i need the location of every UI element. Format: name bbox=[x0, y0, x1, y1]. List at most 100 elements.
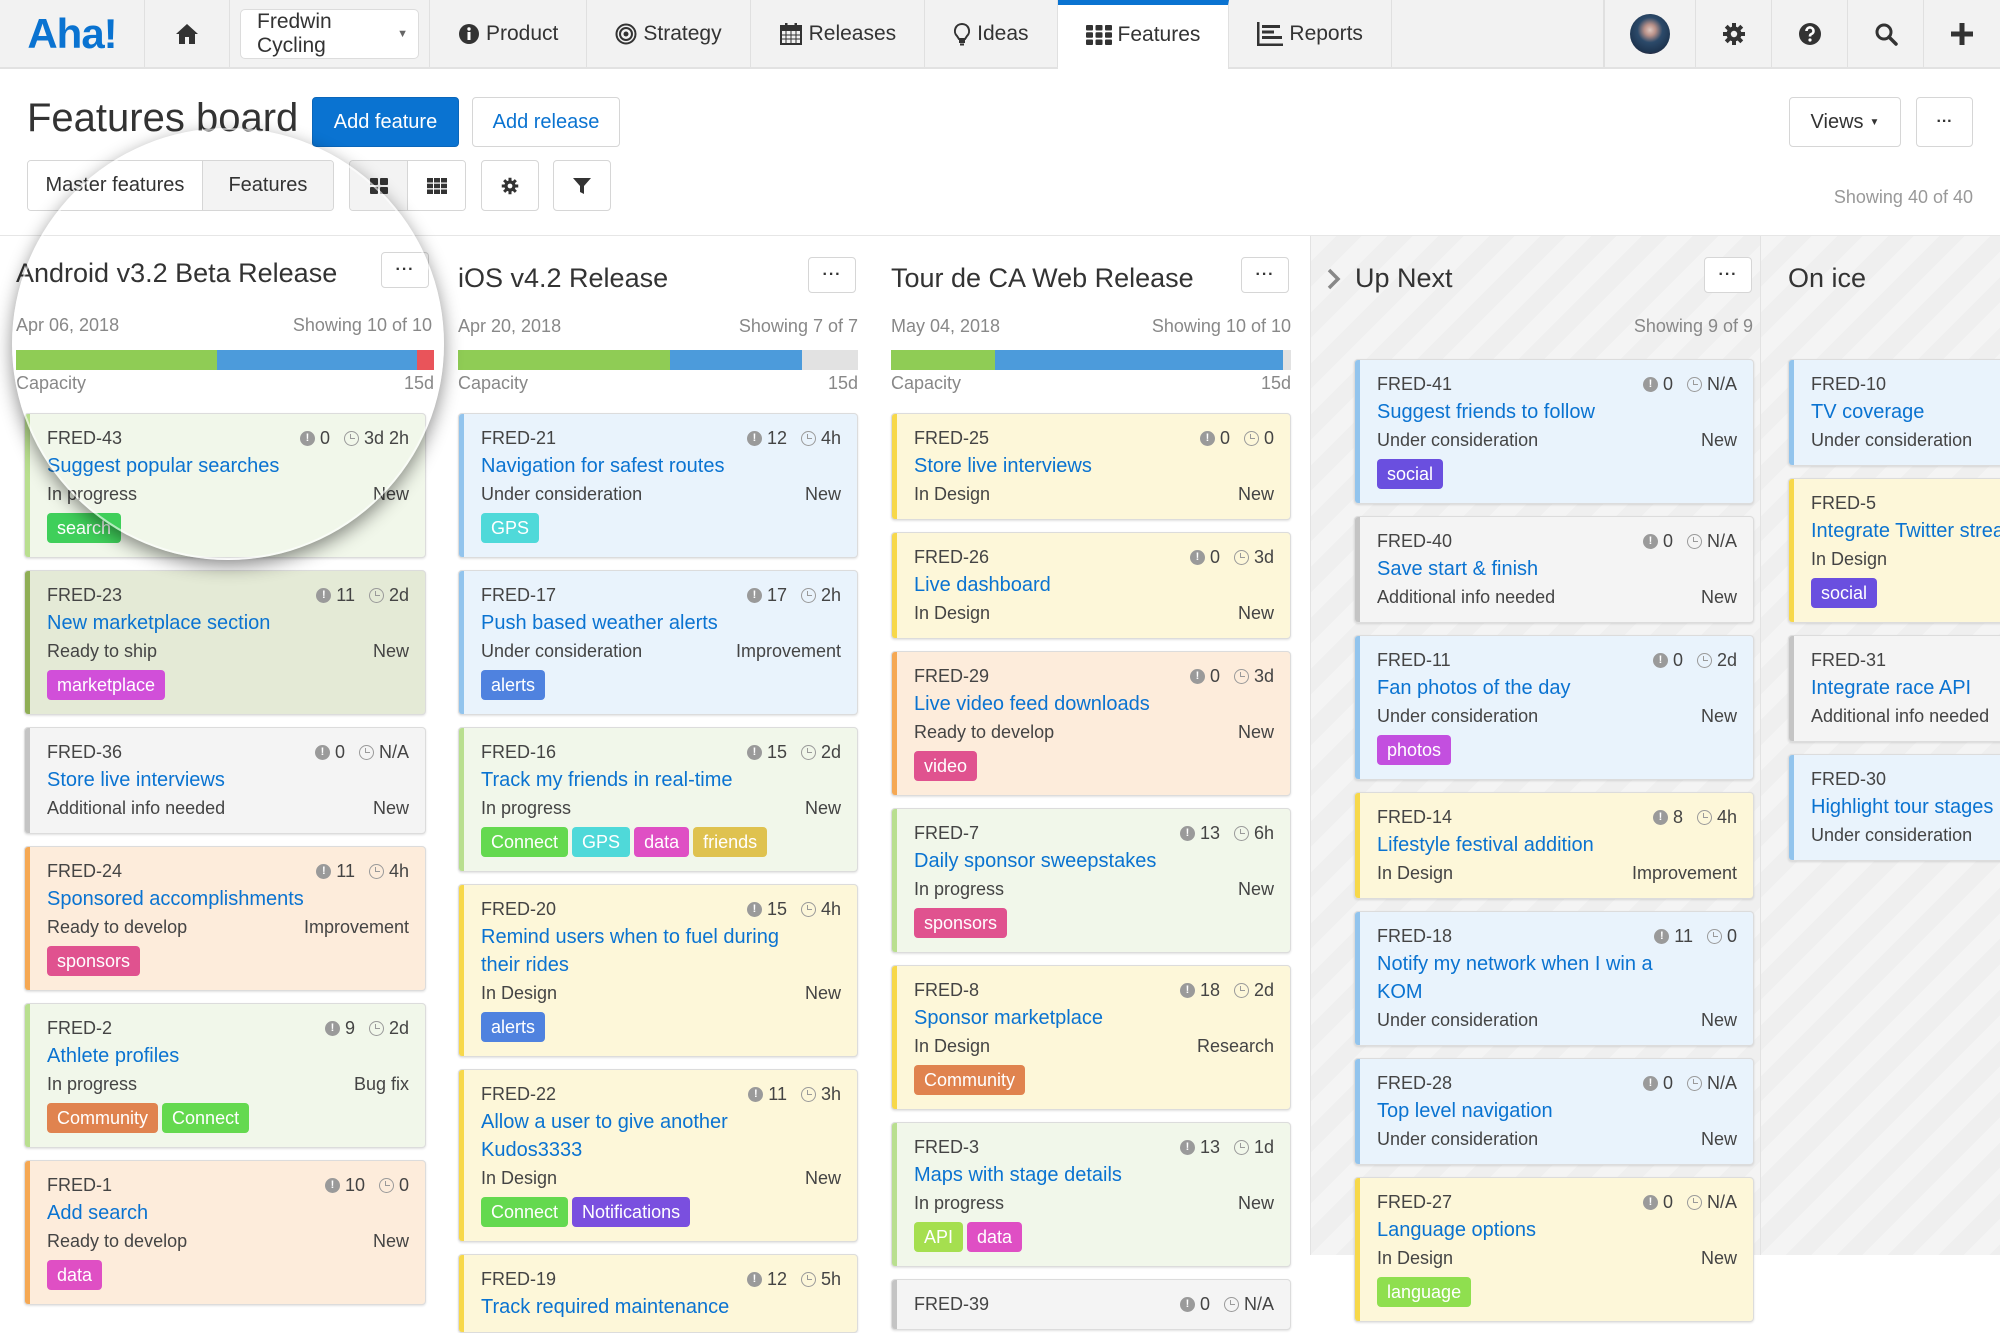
compact-view-button[interactable] bbox=[407, 161, 465, 210]
tag[interactable]: API bbox=[914, 1222, 964, 1252]
tag[interactable]: video bbox=[914, 751, 978, 781]
feature-card[interactable]: FRED-41! 0 N/A Suggest friends to follow Und… bbox=[1354, 359, 1754, 504]
tag[interactable]: alerts bbox=[481, 1012, 546, 1042]
column-menu-button[interactable]: ··· bbox=[808, 257, 856, 293]
home-button[interactable] bbox=[145, 0, 230, 67]
feature-title[interactable]: Allow a user to give another bbox=[481, 1109, 841, 1135]
feature-title[interactable]: Push based weather alerts bbox=[481, 610, 841, 636]
help-button[interactable] bbox=[1772, 0, 1848, 67]
add-release-button[interactable]: Add release bbox=[472, 97, 620, 147]
feature-title[interactable]: Notify my network when I win a bbox=[1377, 951, 1737, 977]
column-menu-button[interactable]: ··· bbox=[1241, 257, 1289, 293]
feature-card[interactable]: FRED-23! 11 2d New marketplace section Ready… bbox=[24, 570, 426, 715]
views-dropdown[interactable]: Views ▼ bbox=[1789, 97, 1901, 147]
tab-releases[interactable]: Releases bbox=[751, 0, 926, 67]
tag[interactable]: Connect bbox=[481, 827, 569, 857]
tag[interactable]: photos bbox=[1377, 735, 1452, 765]
column-menu-button[interactable]: ··· bbox=[1704, 257, 1752, 293]
feature-title[interactable]: Lifestyle festival addition bbox=[1377, 832, 1737, 858]
feature-card[interactable]: FRED-25! 0 0 Store live interviews In Design… bbox=[891, 413, 1291, 520]
tag[interactable]: marketplace bbox=[47, 670, 166, 700]
settings-button[interactable] bbox=[1696, 0, 1772, 67]
tag[interactable]: GPS bbox=[481, 513, 540, 543]
feature-title[interactable]: Highlight tour stages bbox=[1811, 794, 2000, 820]
feature-title[interactable]: Track my friends in real-time bbox=[481, 767, 841, 793]
feature-card[interactable]: FRED-3! 13 1d Maps with stage details In pro… bbox=[891, 1122, 1291, 1267]
feature-title[interactable]: Kudos3333 bbox=[481, 1137, 841, 1163]
feature-card[interactable]: FRED-31 Integrate race API Additional info… bbox=[1788, 635, 2000, 742]
column-title[interactable]: Tour de CA Web Release bbox=[891, 263, 1194, 294]
aha-logo[interactable]: Aha! bbox=[0, 0, 145, 67]
feature-title[interactable]: Athlete profiles bbox=[47, 1043, 409, 1069]
feature-card[interactable]: FRED-17! 17 2h Push based weather alerts Und… bbox=[458, 570, 858, 715]
feature-title[interactable]: Store live interviews bbox=[47, 767, 409, 793]
tag[interactable]: Connect bbox=[162, 1103, 250, 1133]
filter-button[interactable] bbox=[553, 160, 611, 211]
tab-strategy[interactable]: Strategy bbox=[587, 0, 751, 67]
feature-card[interactable]: FRED-36! 0 N/A Store live interviews Additio… bbox=[24, 727, 426, 834]
feature-title[interactable]: Live dashboard bbox=[914, 572, 1274, 598]
feature-title[interactable]: their rides bbox=[481, 952, 841, 978]
feature-card[interactable]: FRED-40! 0 N/A Save start & finish Additiona… bbox=[1354, 516, 1754, 623]
tab-features[interactable]: Features bbox=[1057, 0, 1230, 69]
tag[interactable]: sponsors bbox=[914, 908, 1008, 938]
feature-title[interactable]: Integrate Twitter stream bbox=[1811, 518, 2000, 544]
board-settings-button[interactable] bbox=[481, 160, 539, 211]
feature-card[interactable]: FRED-14! 8 4h Lifestyle festival addition In… bbox=[1354, 792, 1754, 899]
feature-card[interactable]: FRED-11! 0 2d Fan photos of the day Under co… bbox=[1354, 635, 1754, 780]
tag[interactable]: language bbox=[1377, 1277, 1472, 1307]
feature-title[interactable]: Sponsor marketplace bbox=[914, 1005, 1274, 1031]
feature-title[interactable]: Language options bbox=[1377, 1217, 1737, 1243]
tag[interactable]: data bbox=[47, 1260, 103, 1290]
feature-card[interactable]: FRED-7! 13 6h Daily sponsor sweepstakes In p… bbox=[891, 808, 1291, 953]
feature-card[interactable]: FRED-39! 0 N/A bbox=[891, 1279, 1291, 1330]
tag[interactable]: GPS bbox=[572, 827, 631, 857]
feature-title[interactable]: Live video feed downloads bbox=[914, 691, 1274, 717]
feature-title[interactable]: Integrate race API bbox=[1811, 675, 2000, 701]
tab-reports[interactable]: Reports bbox=[1229, 0, 1392, 67]
feature-title[interactable]: KOM bbox=[1377, 979, 1737, 1005]
tag[interactable]: Connect bbox=[481, 1197, 569, 1227]
feature-title[interactable]: Daily sponsor sweepstakes bbox=[914, 848, 1274, 874]
user-menu-button[interactable] bbox=[1604, 0, 1696, 67]
more-options-button[interactable]: ··· bbox=[1916, 97, 1973, 147]
feature-card[interactable]: FRED-22! 11 3h Allow a user to give another… bbox=[458, 1069, 858, 1242]
feature-card[interactable]: FRED-2! 9 2d Athlete profiles In progress Bug… bbox=[24, 1003, 426, 1148]
tag[interactable]: friends bbox=[693, 827, 768, 857]
column-title[interactable]: iOS v4.2 Release bbox=[458, 263, 668, 294]
feature-card[interactable]: FRED-43! 0 3d 2h Suggest popular searches In… bbox=[24, 413, 426, 558]
feature-card[interactable]: FRED-30 Highlight tour stages Under consid… bbox=[1788, 754, 2000, 861]
tag[interactable]: social bbox=[1811, 578, 1878, 608]
search-button[interactable] bbox=[1848, 0, 1924, 67]
add-feature-button[interactable]: Add feature bbox=[312, 97, 459, 147]
feature-card[interactable]: FRED-5 Integrate Twitter stream In Design s… bbox=[1788, 478, 2000, 623]
feature-title[interactable]: Add search bbox=[47, 1200, 409, 1226]
feature-card[interactable]: FRED-24! 11 4h Sponsored accomplishments Rea… bbox=[24, 846, 426, 991]
feature-card[interactable]: FRED-19! 12 5h Track required maintenance bbox=[458, 1254, 858, 1333]
feature-card[interactable]: FRED-10 TV coverage Under consideration bbox=[1788, 359, 2000, 466]
feature-card[interactable]: FRED-21! 12 4h Navigation for safest routes… bbox=[458, 413, 858, 558]
add-button[interactable] bbox=[1924, 0, 2000, 67]
feature-card[interactable]: FRED-26! 0 3d Live dashboard In Design New bbox=[891, 532, 1291, 639]
feature-card[interactable]: FRED-20! 15 4h Remind users when to fuel du… bbox=[458, 884, 858, 1057]
tag[interactable]: sponsors bbox=[47, 946, 141, 976]
feature-title[interactable]: Save start & finish bbox=[1377, 556, 1737, 582]
tag[interactable]: Community bbox=[914, 1065, 1026, 1095]
feature-card[interactable]: FRED-16! 15 2d Track my friends in real-tim… bbox=[458, 727, 858, 872]
feature-title[interactable]: Top level navigation bbox=[1377, 1098, 1737, 1124]
tag[interactable]: alerts bbox=[481, 670, 546, 700]
feature-title[interactable]: Suggest popular searches bbox=[47, 453, 409, 479]
feature-card[interactable]: FRED-8! 18 2d Sponsor marketplace In Design R… bbox=[891, 965, 1291, 1110]
feature-title[interactable]: Track required maintenance bbox=[481, 1294, 841, 1320]
tag[interactable]: data bbox=[967, 1222, 1023, 1252]
toggle-master-features[interactable]: Master features bbox=[28, 161, 202, 210]
expand-chevron-icon[interactable] bbox=[1327, 268, 1343, 292]
feature-card[interactable]: FRED-18! 11 0 Notify my network when I win … bbox=[1354, 911, 1754, 1046]
feature-title[interactable]: Remind users when to fuel during bbox=[481, 924, 841, 950]
tag[interactable]: social bbox=[1377, 459, 1444, 489]
feature-title[interactable]: Store live interviews bbox=[914, 453, 1274, 479]
product-select[interactable]: Fredwin Cycling ▼ bbox=[240, 8, 419, 59]
card-view-button[interactable] bbox=[350, 161, 407, 210]
tag[interactable]: search bbox=[47, 513, 122, 543]
feature-card[interactable]: FRED-1! 10 0 Add search Ready to develop New d… bbox=[24, 1160, 426, 1305]
